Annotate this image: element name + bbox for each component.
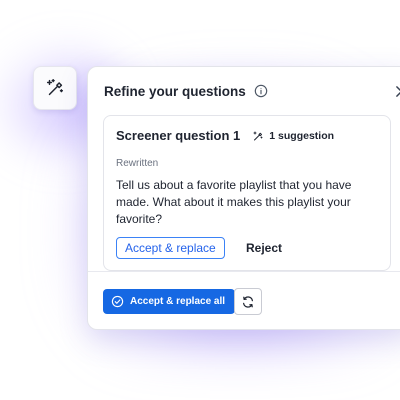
refresh-icon (241, 295, 255, 309)
question-title: Screener question 1 (116, 128, 241, 143)
close-icon (395, 85, 400, 98)
refine-questions-panel: Refine your questions Screener question … (87, 66, 400, 330)
suggestion-card: Screener question 1 1 suggestion Rewritt… (103, 115, 391, 271)
magic-wand-icon (44, 77, 66, 99)
rewritten-label: Rewritten (116, 158, 159, 169)
accept-replace-all-button[interactable]: Accept & replace all (103, 289, 236, 314)
card-header: Screener question 1 1 suggestion (116, 128, 334, 143)
panel-header: Refine your questions (104, 81, 400, 101)
check-circle-icon (111, 295, 124, 308)
suggestion-count: 1 suggestion (252, 130, 334, 142)
accept-replace-button[interactable]: Accept & replace (116, 237, 225, 259)
footer-divider (88, 271, 400, 272)
panel-title: Refine your questions (104, 83, 246, 99)
suggestion-count-label: 1 suggestion (269, 129, 335, 142)
rewritten-question-text: Tell us about a favorite playlist that y… (116, 178, 352, 226)
refresh-button[interactable] (234, 288, 262, 315)
accept-replace-all-label: Accept & replace all (130, 296, 226, 307)
magic-wand-icon (252, 130, 264, 142)
magic-wand-launcher-button[interactable] (33, 66, 77, 110)
info-icon[interactable] (254, 84, 268, 98)
reject-button[interactable]: Reject (244, 237, 284, 259)
close-button[interactable] (393, 83, 400, 99)
